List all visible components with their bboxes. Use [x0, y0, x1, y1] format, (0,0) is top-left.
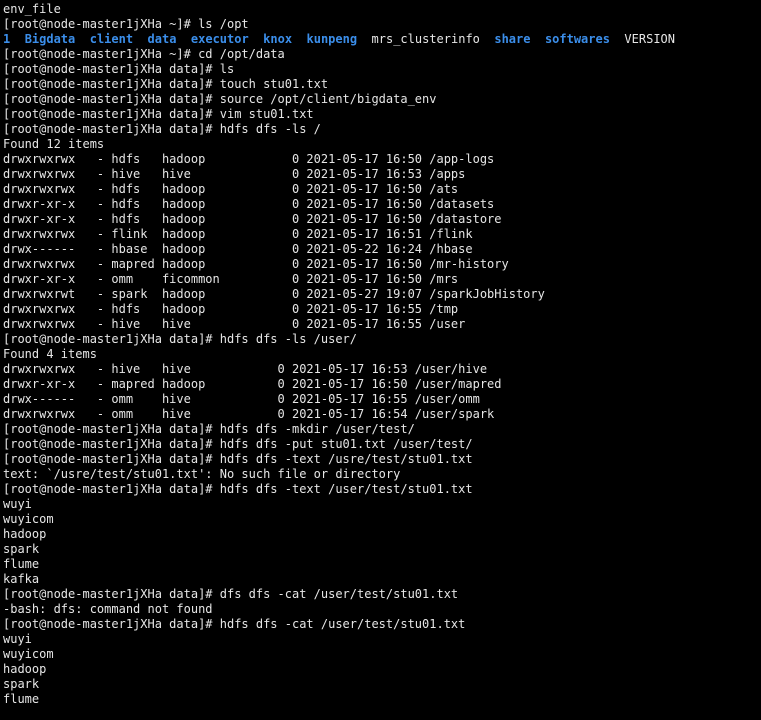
terminal-line: drwxrwxrwx - hive hive 0 2021-05-17 16:5…: [3, 362, 488, 376]
terminal-line: drwxrwxrwx - hdfs hadoop 0 2021-05-17 16…: [3, 152, 495, 166]
terminal-line: spark: [3, 542, 40, 556]
terminal-line: [root@node-master1jXHa data]# hdfs dfs -…: [3, 422, 415, 436]
terminal-line: [root@node-master1jXHa data]# dfs dfs -c…: [3, 587, 459, 601]
terminal-line: text: `/usre/test/stu01.txt': No such fi…: [3, 467, 401, 481]
terminal-line: [root@node-master1jXHa ~]# ls /opt: [3, 17, 249, 31]
terminal-text: mrs_clusterinfo: [357, 32, 495, 46]
terminal-line: wuyi: [3, 632, 32, 646]
terminal-line: 1 Bigdata client data executor knox kunp…: [3, 32, 758, 47]
terminal-line: drwxr-xr-x - hdfs hadoop 0 2021-05-17 16…: [3, 197, 495, 211]
terminal-line: flume: [3, 557, 40, 571]
terminal-line: drwxrwxrwx - hdfs hadoop 0 2021-05-17 16…: [3, 182, 459, 196]
directory-name: data: [147, 32, 177, 46]
terminal-line: [root@node-master1jXHa data]# hdfs dfs -…: [3, 122, 321, 136]
directory-name: knox: [263, 32, 293, 46]
directory-name: Bigdata: [24, 32, 76, 46]
terminal-line: drwxrwxrwx - hdfs hadoop 0 2021-05-17 16…: [3, 302, 459, 316]
terminal-line: Found 4 items: [3, 347, 97, 361]
terminal-line: -bash: dfs: command not found: [3, 602, 213, 616]
terminal-line: spark: [3, 677, 40, 691]
terminal-line: hadoop: [3, 527, 47, 541]
terminal-line: [root@node-master1jXHa data]# vim stu01.…: [3, 107, 314, 121]
terminal-line: drwxr-xr-x - mapred hadoop 0 2021-05-17 …: [3, 377, 502, 391]
terminal-line: drwxrwxrwx - hive hive 0 2021-05-17 16:5…: [3, 167, 466, 181]
terminal-line: drwxrwxrwx - flink hadoop 0 2021-05-17 1…: [3, 227, 473, 241]
terminal-window[interactable]: env_file [root@node-master1jXHa ~]# ls /o…: [0, 0, 761, 720]
terminal-line: drwx------ - hbase hadoop 0 2021-05-22 1…: [3, 242, 473, 256]
terminal-line: [root@node-master1jXHa data]# hdfs dfs -…: [3, 482, 473, 496]
terminal-line: [root@node-master1jXHa data]# hdfs dfs -…: [3, 332, 358, 346]
directory-name: executor: [190, 32, 249, 46]
terminal-line: [root@node-master1jXHa data]# hdfs dfs -…: [3, 452, 473, 466]
terminal-line: drwxr-xr-x - hdfs hadoop 0 2021-05-17 16…: [3, 212, 502, 226]
terminal-line: [root@node-master1jXHa data]# hdfs dfs -…: [3, 437, 473, 451]
terminal-line: flume: [3, 692, 40, 706]
directory-name: client: [89, 32, 134, 46]
terminal-line: kafka: [3, 572, 40, 586]
directory-name: softwares: [544, 32, 610, 46]
terminal-line: drwxr-xr-x - omm ficommon 0 2021-05-17 1…: [3, 272, 459, 286]
terminal-line: [root@node-master1jXHa data]# source /op…: [3, 92, 437, 106]
terminal-line: [root@node-master1jXHa data]# ls: [3, 62, 235, 76]
directory-name: kunpeng: [306, 32, 358, 46]
terminal-line: wuyicom: [3, 647, 54, 661]
terminal-line: wuyicom: [3, 512, 54, 526]
terminal-line: Found 12 items: [3, 137, 105, 151]
terminal-line: drwxrwxrwx - omm hive 0 2021-05-17 16:54…: [3, 407, 495, 421]
terminal-line: [root@node-master1jXHa data]# touch stu0…: [3, 77, 329, 91]
terminal-line: drwxrwxrwt - spark hadoop 0 2021-05-27 1…: [3, 287, 545, 301]
terminal-line: [root@node-master1jXHa ~]# cd /opt/data: [3, 47, 285, 61]
terminal-line: wuyi: [3, 497, 32, 511]
directory-name: share: [494, 32, 531, 46]
terminal-line: [root@node-master1jXHa data]# hdfs dfs -…: [3, 617, 466, 631]
terminal-line: drwx------ - omm hive 0 2021-05-17 16:55…: [3, 392, 480, 406]
terminal-line: hadoop: [3, 662, 47, 676]
terminal-line: drwxrwxrwx - mapred hadoop 0 2021-05-17 …: [3, 257, 509, 271]
terminal-line: env_file: [3, 2, 61, 16]
terminal-text: VERSION: [609, 32, 675, 46]
terminal-line: drwxrwxrwx - hive hive 0 2021-05-17 16:5…: [3, 317, 466, 331]
